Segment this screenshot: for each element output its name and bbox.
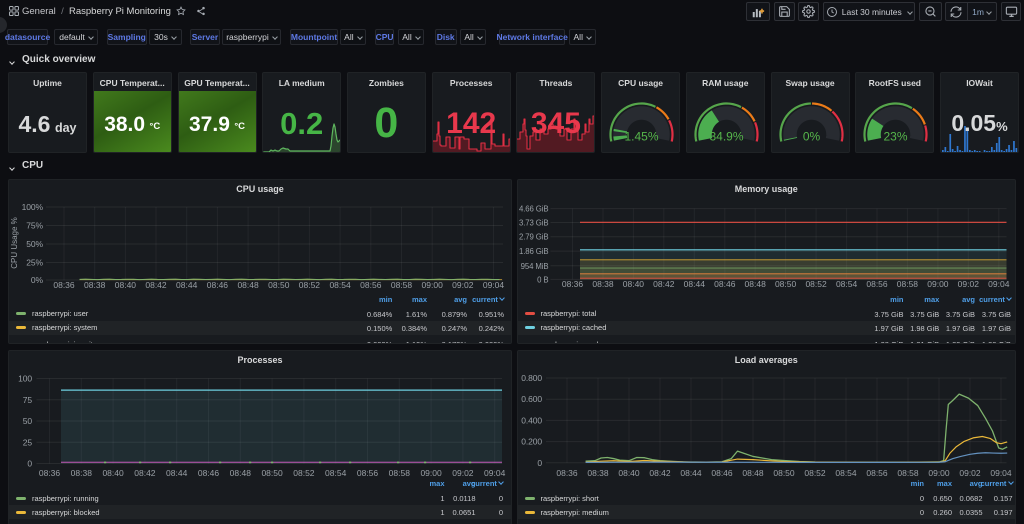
svg-text:08:48: 08:48 [744, 279, 766, 289]
svg-text:08:42: 08:42 [145, 280, 167, 290]
svg-text:08:44: 08:44 [166, 468, 188, 478]
svg-text:08:54: 08:54 [325, 468, 347, 478]
svg-text:25: 25 [23, 437, 33, 447]
svg-text:08:56: 08:56 [866, 279, 888, 289]
svg-text:08:50: 08:50 [268, 280, 290, 290]
svg-text:09:02: 09:02 [452, 468, 474, 478]
svg-text:09:02: 09:02 [957, 279, 979, 289]
svg-text:08:54: 08:54 [835, 279, 857, 289]
svg-text:09:00: 09:00 [928, 468, 950, 478]
svg-text:08:58: 08:58 [389, 468, 411, 478]
svg-text:08:54: 08:54 [329, 280, 351, 290]
svg-text:09:04: 09:04 [990, 468, 1012, 478]
svg-text:09:02: 09:02 [452, 280, 474, 290]
svg-text:0.200: 0.200 [521, 436, 542, 446]
svg-text:08:46: 08:46 [198, 468, 220, 478]
svg-text:08:44: 08:44 [680, 468, 702, 478]
svg-text:0.400: 0.400 [521, 415, 542, 425]
svg-text:0: 0 [27, 458, 32, 468]
svg-text:08:50: 08:50 [261, 468, 283, 478]
svg-text:09:00: 09:00 [420, 468, 442, 478]
svg-text:08:48: 08:48 [237, 280, 259, 290]
svg-text:08:52: 08:52 [299, 280, 321, 290]
svg-text:08:36: 08:36 [561, 279, 583, 289]
svg-text:09:04: 09:04 [483, 280, 505, 290]
svg-text:08:42: 08:42 [649, 468, 671, 478]
svg-text:08:56: 08:56 [360, 280, 382, 290]
svg-text:08:58: 08:58 [897, 468, 919, 478]
svg-text:23%: 23% [884, 130, 908, 144]
svg-text:08:36: 08:36 [53, 280, 75, 290]
svg-text:08:56: 08:56 [866, 468, 888, 478]
svg-text:CPU Usage %: CPU Usage % [10, 217, 19, 269]
svg-text:09:02: 09:02 [959, 468, 981, 478]
svg-text:08:46: 08:46 [711, 468, 733, 478]
svg-text:100: 100 [18, 373, 32, 383]
svg-text:100%: 100% [22, 202, 44, 212]
svg-text:08:42: 08:42 [653, 279, 675, 289]
svg-text:08:58: 08:58 [896, 279, 918, 289]
svg-text:0 B: 0 B [537, 275, 548, 284]
svg-text:1.86 GiB: 1.86 GiB [518, 247, 548, 256]
svg-text:08:38: 08:38 [71, 468, 93, 478]
svg-text:08:50: 08:50 [773, 468, 795, 478]
svg-text:08:44: 08:44 [683, 279, 705, 289]
svg-text:0.800: 0.800 [521, 373, 542, 383]
svg-text:08:38: 08:38 [592, 279, 614, 289]
svg-text:08:46: 08:46 [714, 279, 736, 289]
svg-text:08:48: 08:48 [230, 468, 252, 478]
svg-text:1.45%: 1.45% [625, 130, 659, 144]
svg-text:08:58: 08:58 [391, 280, 413, 290]
svg-text:954 MiB: 954 MiB [520, 262, 548, 271]
svg-text:09:04: 09:04 [988, 279, 1010, 289]
svg-text:0%: 0% [802, 130, 820, 144]
svg-text:09:00: 09:00 [422, 280, 444, 290]
svg-text:08:50: 08:50 [774, 279, 796, 289]
svg-text:08:38: 08:38 [84, 280, 106, 290]
svg-text:50: 50 [23, 416, 33, 426]
svg-text:08:40: 08:40 [618, 468, 640, 478]
svg-text:50%: 50% [26, 239, 43, 249]
svg-text:08:40: 08:40 [622, 279, 644, 289]
svg-text:08:52: 08:52 [805, 279, 827, 289]
svg-text:75%: 75% [26, 221, 43, 231]
svg-text:34.9%: 34.9% [709, 130, 743, 144]
svg-text:08:36: 08:36 [39, 468, 61, 478]
svg-text:08:46: 08:46 [207, 280, 229, 290]
svg-text:08:42: 08:42 [134, 468, 156, 478]
svg-text:09:04: 09:04 [484, 468, 506, 478]
svg-text:08:52: 08:52 [804, 468, 826, 478]
svg-text:25%: 25% [26, 258, 43, 268]
svg-text:08:38: 08:38 [587, 468, 609, 478]
svg-text:4.66 GiB: 4.66 GiB [518, 205, 548, 214]
svg-text:0.600: 0.600 [521, 394, 542, 404]
svg-text:3.73 GiB: 3.73 GiB [518, 219, 548, 228]
svg-text:08:44: 08:44 [176, 280, 198, 290]
svg-text:09:00: 09:00 [927, 279, 949, 289]
svg-text:08:36: 08:36 [556, 468, 578, 478]
svg-text:75: 75 [23, 394, 33, 404]
svg-text:08:52: 08:52 [293, 468, 315, 478]
svg-text:08:40: 08:40 [102, 468, 124, 478]
svg-text:0: 0 [537, 457, 542, 467]
svg-text:2.79 GiB: 2.79 GiB [518, 233, 548, 242]
svg-text:08:56: 08:56 [357, 468, 379, 478]
svg-text:08:40: 08:40 [115, 280, 137, 290]
svg-text:08:48: 08:48 [742, 468, 764, 478]
svg-text:0%: 0% [31, 275, 44, 285]
svg-text:08:54: 08:54 [835, 468, 857, 478]
